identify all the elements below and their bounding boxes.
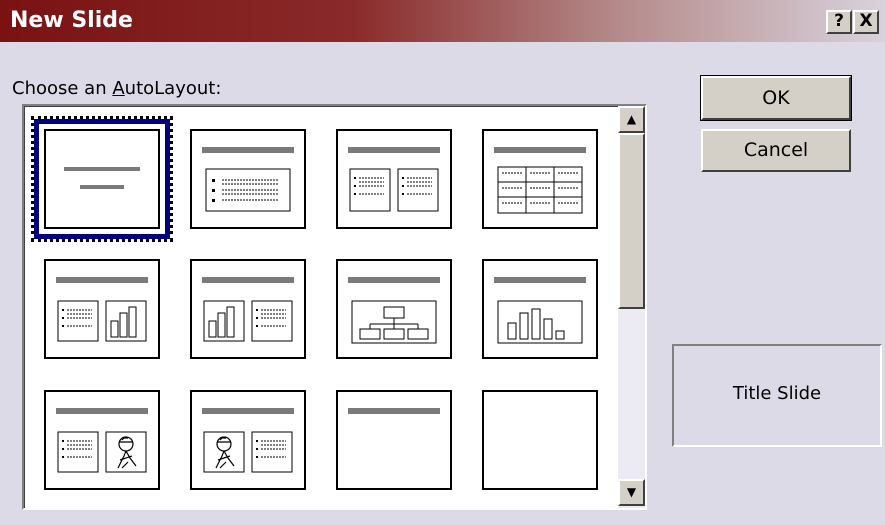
two-column-text-icon [348,147,440,212]
layout-text-and-clip-art[interactable] [44,390,160,490]
scroll-down-arrow-icon[interactable]: ▼ [618,479,645,506]
title-only-icon [348,408,440,414]
window-title: New Slide [10,8,133,33]
blank-icon [484,392,596,488]
text-and-clip-art-icon [56,408,148,473]
layout-chart-and-text[interactable] [190,259,306,359]
layout-name-preview: Title Slide [672,344,882,447]
title-slide-icon [64,167,140,189]
bulleted-list-icon [202,147,294,212]
autolayout-grid [24,106,618,508]
text-and-chart-icon [56,277,148,342]
layout-chart[interactable] [482,259,598,359]
layout-title-slide[interactable] [44,129,160,229]
layout-text-and-chart[interactable] [44,259,160,359]
clip-art-and-text-icon [202,408,294,473]
layout-clip-art-and-text[interactable] [190,390,306,490]
layout-blank[interactable] [482,390,598,490]
layout-organization-chart[interactable] [336,259,452,359]
chart-and-text-icon [202,277,294,342]
layout-table[interactable] [482,129,598,229]
layout-two-column-text[interactable] [336,129,452,229]
layout-bulleted-list[interactable] [190,129,306,229]
title-bar: New Slide ? X [0,0,885,42]
chart-icon [494,277,586,344]
autolayout-label: Choose an AutoLayout: [12,78,222,99]
table-icon [494,147,586,214]
close-button[interactable]: X [853,10,879,34]
cancel-button[interactable]: Cancel [701,129,851,172]
org-chart-icon [348,277,440,344]
scroll-up-arrow-icon[interactable]: ▲ [618,106,645,133]
help-button[interactable]: ? [826,10,852,34]
scroll-thumb[interactable] [618,133,645,309]
ok-button[interactable]: OK [701,76,851,120]
layout-title-only[interactable] [336,390,452,490]
new-slide-dialog: New Slide ? X Choose an AutoLayout: ▲ ▼ … [0,0,885,525]
vertical-scrollbar[interactable]: ▲ ▼ [618,106,645,508]
autolayout-list[interactable]: ▲ ▼ [22,104,647,510]
